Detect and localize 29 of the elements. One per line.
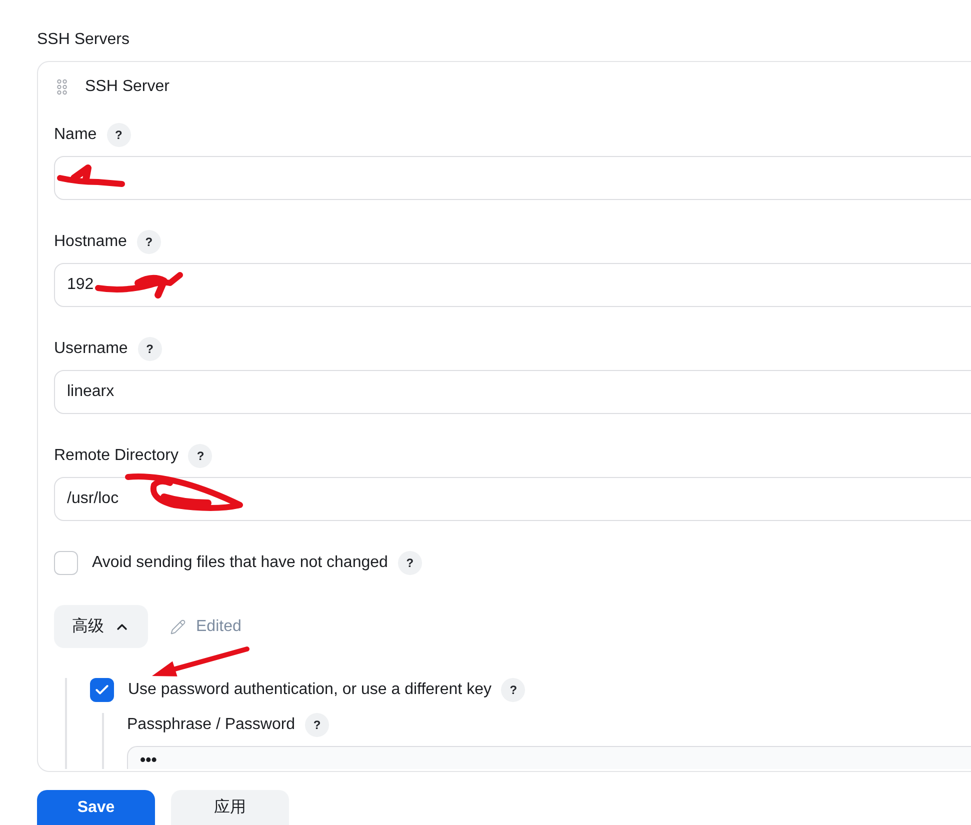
- help-button[interactable]: ?: [136, 230, 161, 254]
- help-button[interactable]: ?: [138, 337, 162, 361]
- pencil-icon: [170, 618, 186, 634]
- field-label: Hostname: [54, 232, 127, 252]
- advanced-toggle-button[interactable]: 高级: [54, 605, 148, 648]
- card-title: SSH Server: [85, 77, 170, 97]
- checkbox[interactable]: [54, 551, 78, 575]
- checkbox-label: Avoid sending files that have not changed: [92, 553, 388, 573]
- help-button[interactable]: ?: [305, 713, 330, 737]
- save-button[interactable]: Save: [37, 790, 155, 825]
- text-input[interactable]: /usr/loc: [54, 477, 971, 521]
- field-label: Name: [54, 125, 97, 145]
- drag-handle-icon[interactable]: [57, 79, 67, 95]
- checkbox-label: Use password authentication, or use a different key: [128, 680, 492, 700]
- edited-label: Edited: [196, 618, 242, 636]
- help-button[interactable]: ?: [106, 123, 131, 147]
- section-title: SSH Servers: [37, 30, 130, 50]
- apply-button[interactable]: 应用: [171, 790, 289, 825]
- help-button[interactable]: ?: [398, 551, 422, 575]
- checkbox[interactable]: [90, 678, 114, 702]
- field-label: Remote Directory: [54, 446, 178, 466]
- help-button[interactable]: ?: [501, 678, 526, 702]
- field-label: Username: [54, 339, 128, 359]
- text-input[interactable]: linearx: [54, 370, 971, 414]
- password-field[interactable]: •••: [127, 746, 971, 769]
- text-input[interactable]: [54, 156, 971, 200]
- text-input[interactable]: 192: [54, 263, 971, 307]
- help-button[interactable]: ?: [188, 444, 212, 468]
- field-label: Passphrase / Password: [127, 715, 296, 735]
